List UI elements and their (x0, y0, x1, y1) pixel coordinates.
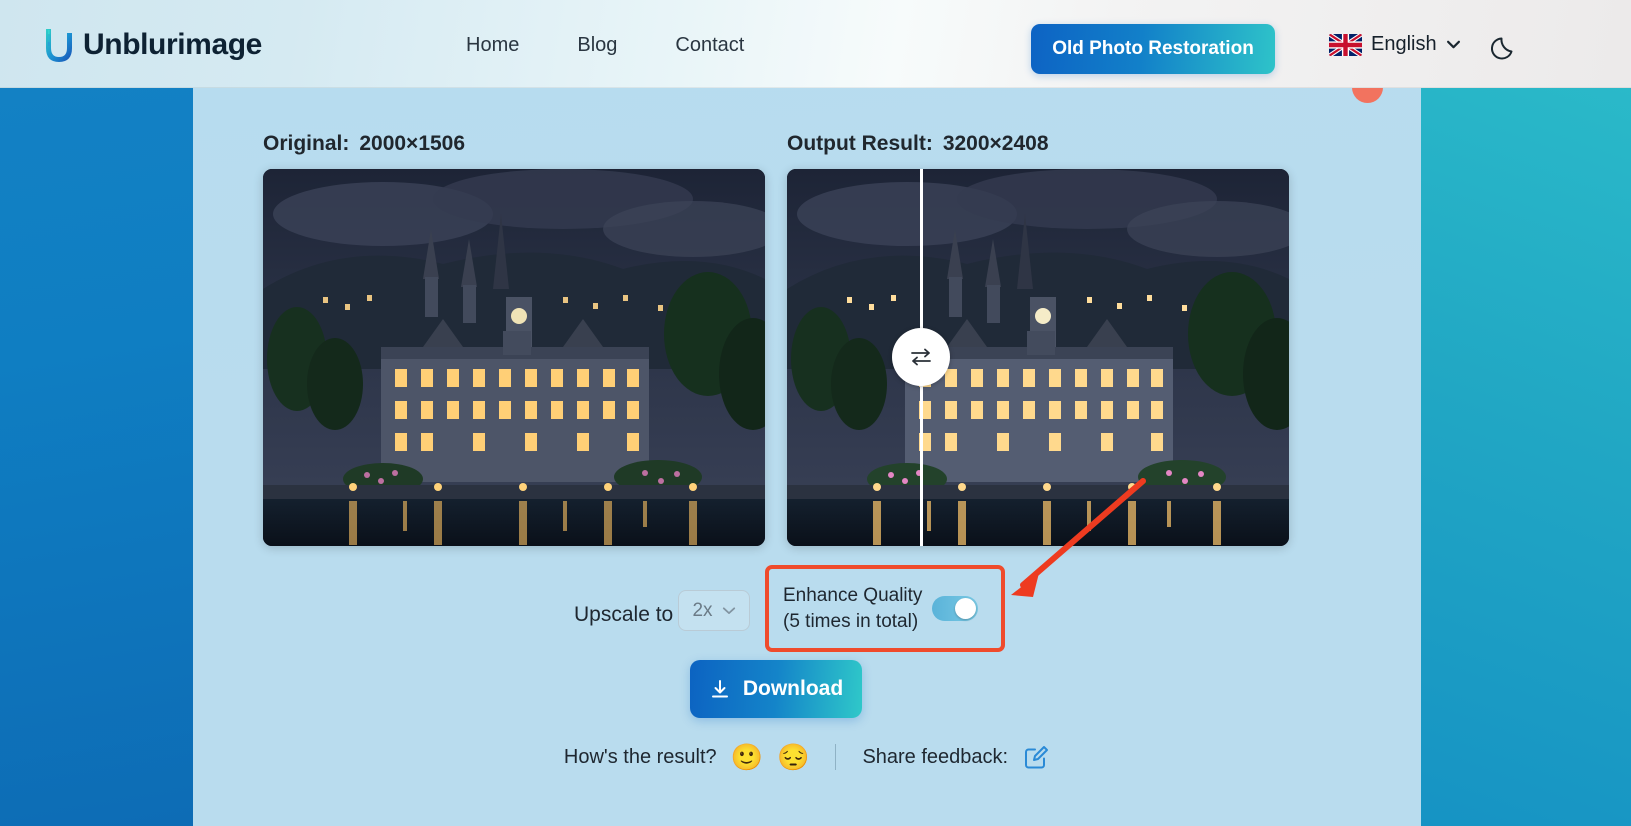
share-feedback-label: Share feedback: (862, 745, 1009, 768)
nav-link-contact[interactable]: Contact (675, 34, 744, 57)
download-button[interactable]: Download (690, 660, 862, 718)
red-arrow-icon (1011, 478, 1146, 597)
editor-canvas: Original: 2000×1506 Output Result: 3200×24… (193, 88, 1421, 826)
feedback-happy-emoji[interactable]: 🙂 (731, 744, 763, 770)
upscale-select[interactable]: 2x (678, 590, 750, 631)
original-caption: Original: 2000×1506 (263, 132, 465, 156)
output-label: Output Result: (787, 132, 933, 155)
site-header: Unblurimage Home Blog Contact Old Photo … (0, 0, 1631, 88)
output-dimensions: 3200×2408 (942, 132, 1049, 155)
nav-link-blog[interactable]: Blog (577, 34, 617, 57)
enhance-quality-subtitle: (5 times in total) (783, 610, 919, 632)
uk-flag-icon (1329, 33, 1362, 56)
nav-link-home[interactable]: Home (466, 34, 519, 57)
edit-square-icon[interactable] (1022, 743, 1050, 771)
logo-text: Unblurimage (83, 28, 262, 61)
left-gradient-band (0, 88, 193, 826)
moon-icon[interactable] (1489, 33, 1519, 63)
enhance-quality-title: Enhance Quality (783, 584, 923, 606)
original-photo (263, 169, 765, 546)
compare-slider-handle[interactable] (892, 328, 950, 386)
download-icon (711, 680, 728, 698)
feedback-sad-emoji[interactable]: 😔 (777, 744, 809, 770)
old-photo-restoration-button[interactable]: Old Photo Restoration (1031, 24, 1275, 74)
chevron-down-icon (722, 607, 735, 614)
main-navigation: Home Blog Contact (466, 34, 744, 57)
original-dimensions: 2000×1506 (359, 132, 466, 155)
original-image-panel[interactable] (263, 169, 765, 546)
feedback-row: How's the result? 🙂 😔 Share feedback: (193, 743, 1421, 771)
feedback-question: How's the result? (563, 745, 717, 768)
download-label: Download (742, 677, 844, 700)
language-label: English (1371, 33, 1437, 55)
u-wave-logo-icon (46, 29, 72, 62)
feedback-separator (835, 744, 837, 770)
original-label: Original: (263, 132, 350, 155)
language-selector[interactable]: English (1329, 33, 1461, 56)
upscale-label: Upscale to (574, 603, 674, 626)
enhance-quality-labels: Enhance Quality (5 times in total) (783, 583, 922, 634)
chevron-down-icon (1446, 40, 1460, 49)
site-logo[interactable]: Unblurimage (44, 26, 262, 64)
right-gradient-band (1421, 88, 1631, 826)
output-caption: Output Result: 3200×2408 (787, 132, 1049, 156)
enhance-quality-highlight-box: Enhance Quality (5 times in total) (765, 565, 1005, 652)
enhance-quality-toggle[interactable] (932, 596, 979, 621)
swap-arrows-icon (911, 348, 931, 366)
page-root: Unblurimage Home Blog Contact Old Photo … (0, 0, 1631, 826)
upscale-selected-value: 2x (692, 599, 713, 621)
